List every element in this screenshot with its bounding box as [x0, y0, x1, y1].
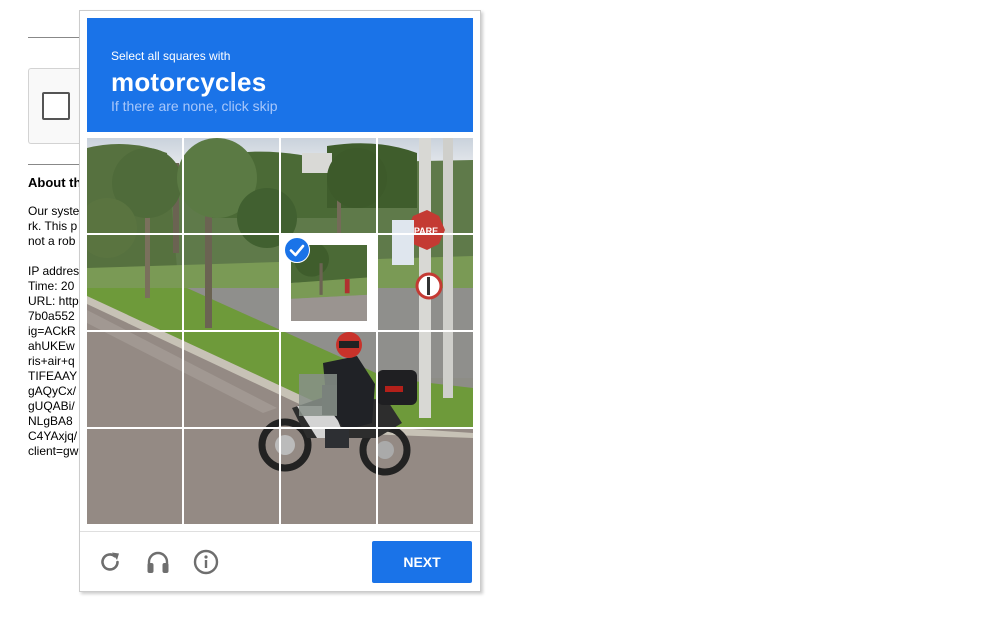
- image-tile-r2-c4[interactable]: [378, 235, 472, 329]
- audio-icon[interactable]: [145, 549, 171, 575]
- image-tile-r4-c1[interactable]: [87, 429, 181, 523]
- footer-divider: [80, 531, 480, 532]
- image-tile-r3-c1[interactable]: [87, 332, 181, 426]
- challenge-header: Select all squares with motorcycles If t…: [87, 18, 473, 132]
- reload-icon[interactable]: [97, 549, 123, 575]
- image-tile-r3-c3[interactable]: [281, 332, 375, 426]
- image-tile-r4-c3[interactable]: [281, 429, 375, 523]
- challenge-instruction: Select all squares with: [111, 49, 231, 63]
- info-icon[interactable]: [193, 549, 219, 575]
- recaptcha-checkbox[interactable]: [42, 92, 70, 120]
- image-tile-r2-c2[interactable]: [184, 235, 278, 329]
- image-tile-r3-c2[interactable]: [184, 332, 278, 426]
- image-tile-r4-c2[interactable]: [184, 429, 278, 523]
- image-tile-r2-c1[interactable]: [87, 235, 181, 329]
- image-tile-r1-c1[interactable]: [87, 138, 181, 232]
- image-tile-r1-c3[interactable]: [281, 138, 375, 232]
- challenge-hint: If there are none, click skip: [111, 98, 278, 114]
- image-tile-r3-c4[interactable]: [378, 332, 472, 426]
- image-tile-r1-c4[interactable]: [378, 138, 472, 232]
- captcha-challenge-dialog: Select all squares with motorcycles If t…: [79, 10, 481, 592]
- image-tile-r1-c2[interactable]: [184, 138, 278, 232]
- image-tile-r2-c3[interactable]: [281, 235, 375, 329]
- image-grid: PARE: [87, 138, 473, 524]
- image-tile-r4-c4[interactable]: [378, 429, 472, 523]
- challenge-target: motorcycles: [111, 67, 267, 97]
- next-button[interactable]: NEXT: [372, 541, 472, 583]
